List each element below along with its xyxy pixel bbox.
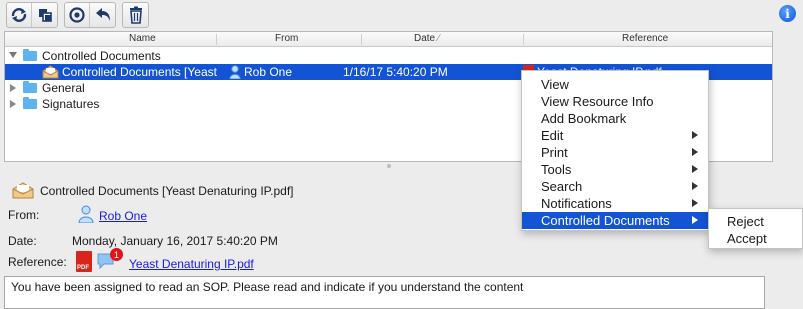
trash-icon — [129, 6, 142, 24]
column-header-date-label: Date — [414, 33, 436, 44]
comment-count-badge: 1 — [110, 248, 123, 261]
row-name: Signatures — [42, 97, 100, 111]
submenu-item-accept[interactable]: Accept — [709, 230, 802, 247]
menu-item-label: View — [541, 77, 569, 92]
expand-triangle-icon[interactable] — [9, 52, 17, 58]
controlled-documents-submenu: Reject Accept — [708, 208, 803, 249]
expand-triangle-icon[interactable] — [10, 100, 16, 108]
menu-item-label: View Resource Info — [541, 94, 654, 109]
column-header-from[interactable]: From — [275, 33, 298, 44]
refresh-button[interactable] — [7, 3, 32, 27]
submenu-arrow-icon — [692, 131, 698, 139]
tree-row-controlled-documents[interactable]: Controlled Documents — [5, 48, 772, 64]
folder-icon — [23, 97, 37, 109]
menu-item-tools[interactable]: Tools — [522, 161, 708, 178]
back-button[interactable] — [90, 3, 115, 27]
expand-triangle-icon[interactable] — [10, 84, 16, 92]
sort-indicator: ⁄ — [437, 33, 440, 44]
submenu-item-label: Reject — [727, 214, 764, 229]
menu-item-edit[interactable]: Edit — [522, 127, 708, 144]
menu-item-label: Notifications — [541, 196, 612, 211]
submenu-arrow-icon — [692, 216, 698, 224]
reference-link[interactable]: Yeast Denaturing IP.pdf — [129, 257, 254, 271]
copy-button[interactable] — [32, 3, 57, 27]
menu-item-print[interactable]: Print — [522, 144, 708, 161]
toolbar-group-2 — [64, 2, 116, 28]
person-icon — [78, 205, 94, 223]
row-name: General — [42, 81, 85, 95]
menu-item-add-bookmark[interactable]: Add Bookmark — [522, 110, 708, 127]
submenu-arrow-icon — [692, 199, 698, 207]
menu-item-label: Print — [541, 145, 568, 160]
message-title: Controlled Documents [Yeast Denaturing I… — [40, 184, 294, 198]
date-label: Date: — [8, 234, 37, 248]
toolbar-group-3 — [122, 2, 149, 28]
refresh-icon — [11, 8, 27, 22]
view-button[interactable] — [65, 3, 90, 27]
menu-item-label: Search — [541, 179, 583, 194]
message-body: You have been assigned to read an SOP. P… — [4, 276, 765, 309]
toolbar-group-1 — [6, 2, 58, 28]
submenu-arrow-icon — [692, 165, 698, 173]
menu-item-notifications[interactable]: Notifications — [522, 195, 708, 212]
row-name: Controlled Documents — [42, 49, 161, 63]
submenu-item-label: Accept — [727, 231, 767, 246]
copy-icon — [38, 9, 52, 22]
menu-item-controlled-documents[interactable]: Controlled Documents — [522, 212, 708, 229]
menu-item-label: Tools — [541, 162, 572, 177]
from-label: From: — [8, 208, 40, 222]
eye-icon — [69, 7, 85, 23]
submenu-arrow-icon — [692, 182, 698, 190]
date-value: Monday, January 16, 2017 5:40:20 PM — [72, 234, 278, 248]
envelope-icon — [42, 65, 59, 79]
folder-icon — [23, 49, 37, 61]
row-date: 1/16/17 5:40:20 PM — [343, 65, 448, 79]
splitter-handle[interactable] — [387, 164, 391, 168]
delete-button[interactable] — [123, 3, 148, 27]
menu-item-label: Edit — [541, 128, 564, 143]
column-header-name[interactable]: Name — [129, 33, 156, 44]
menu-item-view-resource-info[interactable]: View Resource Info — [522, 93, 708, 110]
submenu-item-reject[interactable]: Reject — [709, 213, 802, 230]
row-from: Rob One — [244, 65, 293, 79]
back-arrow-icon — [95, 8, 110, 21]
person-icon — [229, 65, 241, 79]
context-menu: View View Resource Info Add Bookmark Edi… — [521, 70, 709, 231]
pdf-file-icon[interactable]: PDF — [76, 251, 92, 272]
menu-item-search[interactable]: Search — [522, 178, 708, 195]
table-header: Name From Date ⁄ Reference — [5, 32, 772, 47]
toolbar — [6, 2, 155, 29]
menu-item-label: Controlled Documents — [541, 213, 670, 228]
from-link[interactable]: Rob One — [99, 209, 147, 223]
row-name: Controlled Documents [Yeast — [62, 65, 217, 79]
column-header-date[interactable]: Date ⁄ — [414, 33, 440, 44]
column-header-reference[interactable]: Reference — [622, 33, 668, 44]
menu-item-view[interactable]: View — [522, 76, 708, 93]
info-icon[interactable]: i — [779, 5, 796, 22]
folder-icon — [23, 81, 37, 93]
menu-item-label: Add Bookmark — [541, 111, 627, 126]
envelope-icon — [12, 182, 34, 199]
pdf-badge-text: PDF — [77, 265, 89, 271]
reference-label: Reference: — [8, 255, 67, 269]
submenu-arrow-icon — [692, 148, 698, 156]
